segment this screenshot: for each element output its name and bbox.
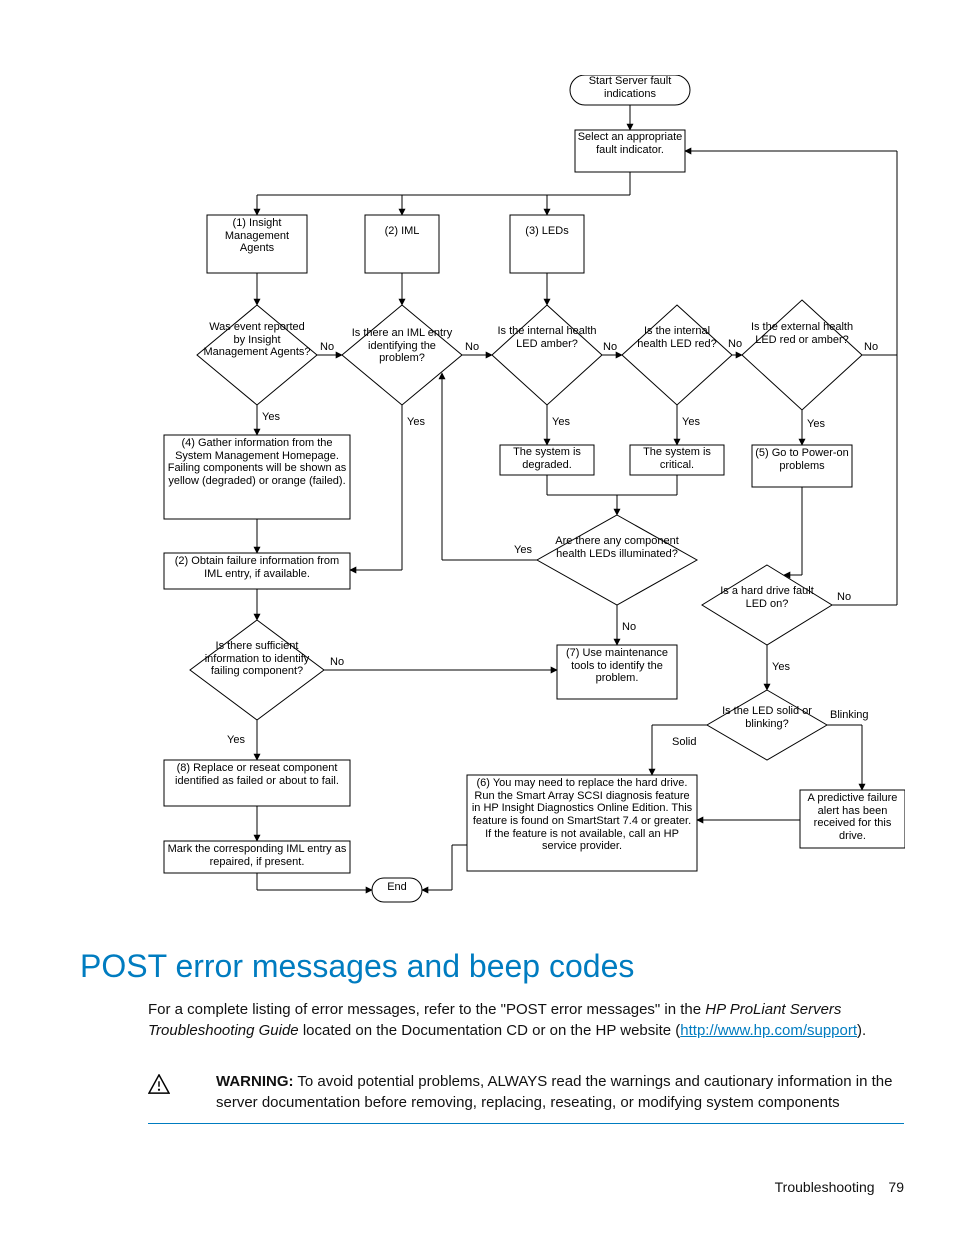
para-part-c: located on the Documentation CD or on th…	[299, 1022, 681, 1039]
label-no-2: No	[465, 341, 479, 353]
node-d-blink: Is the LED solid or blinking?	[717, 705, 817, 730]
node-d-intamber: Is the internal health LED amber?	[497, 325, 597, 350]
label-no-1: No	[320, 341, 334, 353]
node-select: Select an appropriate fault indicator.	[575, 131, 685, 156]
label-yes-5: Yes	[807, 418, 825, 430]
node-d-extred: Is the external health LED red or amber?	[750, 321, 854, 346]
label-no-5: No	[864, 341, 878, 353]
label-solid: Solid	[672, 736, 696, 748]
label-no-4: No	[728, 338, 742, 350]
label-yes-2: Yes	[407, 416, 425, 428]
node-d-comp: Are there any component health LEDs illu…	[547, 535, 687, 560]
node-b6: (6) You may need to replace the hard dri…	[470, 777, 694, 853]
node-pred: A predictive failure alert has been rece…	[802, 792, 903, 843]
node-d-event: Was event reported by Insight Management…	[202, 321, 312, 359]
flowchart-image: Start Server fault indications Select an…	[152, 75, 905, 930]
label-yes-hd: Yes	[772, 661, 790, 673]
node-b4: (4) Gather information from the System M…	[166, 437, 348, 488]
node-sys-deg: The system is degraded.	[500, 446, 594, 471]
node-d-iml: Is there an IML entry identifying the pr…	[347, 327, 457, 365]
node-b2b: (2) Obtain failure information from IML …	[166, 555, 348, 580]
warning-body: To avoid potential problems, ALWAYS read…	[216, 1073, 892, 1111]
node-b7: (7) Use maintenance tools to identify th…	[559, 647, 675, 685]
label-yes-suff: Yes	[227, 734, 245, 746]
label-no-suff: No	[330, 656, 344, 668]
label-yes-1: Yes	[262, 411, 280, 423]
warning-icon	[148, 1074, 176, 1099]
node-b5: (5) Go to Power-on problems	[752, 447, 852, 472]
page-footer: Troubleshooting 79	[775, 1179, 904, 1195]
label-no-3: No	[603, 341, 617, 353]
label-yes-3: Yes	[552, 416, 570, 428]
node-d-intred: Is the internal health LED red?	[629, 325, 725, 350]
node-mark: Mark the corresponding IML entry as repa…	[166, 843, 348, 868]
section-heading: POST error messages and beep codes	[80, 948, 634, 985]
warning-label: WARNING:	[216, 1073, 294, 1090]
support-link[interactable]: http://www.hp.com/support	[680, 1022, 857, 1039]
node-b3: (3) LEDs	[510, 225, 584, 238]
para-part-a: For a complete listing of error messages…	[148, 1001, 705, 1018]
node-b1: (1) Insight Management Agents	[207, 217, 307, 255]
label-blinking: Blinking	[830, 709, 869, 721]
node-end: End	[372, 881, 422, 894]
label-yes-4: Yes	[682, 416, 700, 428]
node-b8: (8) Replace or reseat component identifi…	[166, 762, 348, 787]
warning-callout: WARNING: To avoid potential problems, AL…	[148, 1072, 904, 1124]
footer-page-number: 79	[888, 1179, 904, 1195]
para-part-d: ).	[857, 1022, 866, 1039]
label-no-hd: No	[837, 591, 851, 603]
node-d-suff: Is there sufficient information to ident…	[197, 640, 317, 678]
label-yes-comp: Yes	[514, 544, 532, 556]
node-d-hd: Is a hard drive fault LED on?	[712, 585, 822, 610]
label-no-comp: No	[622, 621, 636, 633]
node-start: Start Server fault indications	[570, 75, 690, 100]
body-paragraph: For a complete listing of error messages…	[148, 1000, 904, 1041]
footer-section: Troubleshooting	[775, 1179, 875, 1195]
node-b2: (2) IML	[365, 225, 439, 238]
node-sys-crit: The system is critical.	[630, 446, 724, 471]
